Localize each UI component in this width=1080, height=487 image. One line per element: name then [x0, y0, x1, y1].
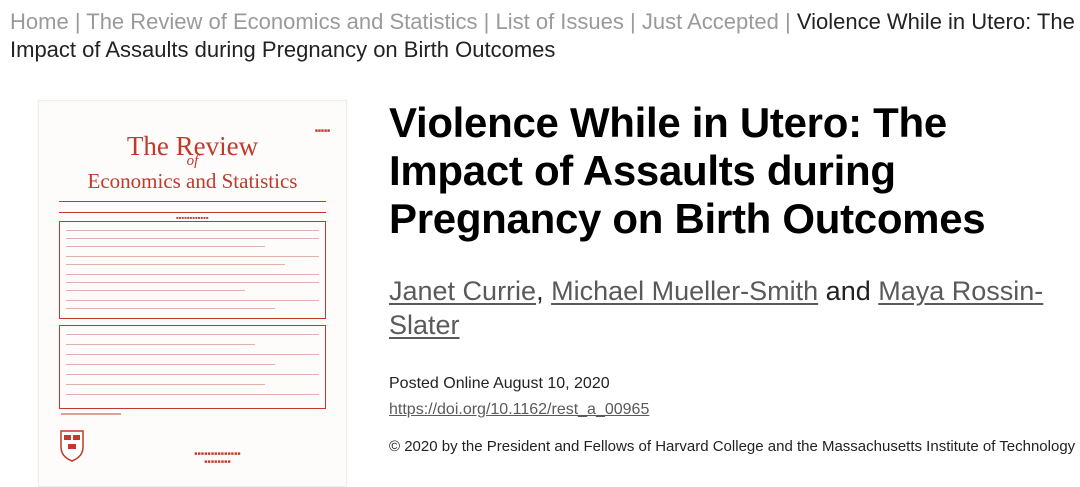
cover-volume-row: [59, 201, 326, 213]
breadcrumb-home-link[interactable]: Home: [10, 9, 69, 34]
cover-contents-line: [66, 300, 319, 301]
breadcrumb-list-of-issues-link[interactable]: List of Issues: [496, 9, 624, 34]
breadcrumb-separator: |: [784, 9, 791, 34]
cover-contents-line: [66, 334, 319, 335]
cover-publisher-note: ■■■■■■■■■■■■■■ ■■■■■■■■: [194, 452, 241, 465]
cover-contents-line: [66, 264, 285, 265]
cover-title-line: of: [186, 153, 199, 169]
breadcrumb: Home | The Review of Economics and Stati…: [10, 8, 1075, 64]
breadcrumb-just-accepted-link[interactable]: Just Accepted: [642, 9, 779, 34]
cover-contents-line: [66, 274, 319, 275]
breadcrumb-separator: |: [483, 9, 490, 34]
cover-contents-line: [66, 354, 319, 355]
cover-contents-line: [66, 344, 255, 345]
cover-contents-line: [66, 364, 275, 365]
cover-continued-note: [61, 413, 121, 415]
copyright-notice: © 2020 by the President and Fellows of H…: [389, 438, 1076, 455]
breadcrumb-journal-link[interactable]: The Review of Economics and Statistics: [86, 9, 477, 34]
cover-contents-line: [66, 394, 319, 395]
journal-cover-image[interactable]: ■■■■■ The Review of Economics and Statis…: [38, 100, 347, 487]
author-link[interactable]: Michael Mueller-Smith: [551, 276, 818, 306]
cover-contents-line: [66, 384, 265, 385]
cover-contents-line: [66, 282, 319, 283]
breadcrumb-separator: |: [630, 9, 636, 34]
cover-contents-line: [66, 308, 275, 309]
cover-contents-box: [59, 221, 326, 319]
author-list: Janet Currie, Michael Mueller-Smith and …: [389, 274, 1069, 342]
cover-contents-line: [66, 374, 319, 375]
cover-contents-line: [66, 290, 245, 291]
cover-contents-line: [66, 230, 319, 231]
cover-title-line: Economics and Statistics: [87, 169, 298, 193]
cover-contents-line: [66, 246, 265, 247]
cover-contents-line: [66, 256, 319, 257]
cover-contents-box: [59, 325, 326, 409]
posted-online-date: Posted Online August 10, 2020: [389, 375, 610, 392]
breadcrumb-separator: |: [74, 9, 81, 34]
cover-contents-line: [66, 238, 319, 239]
author-separator: and: [818, 276, 879, 306]
author-link[interactable]: Janet Currie: [389, 276, 536, 306]
harvard-shield-icon: [59, 429, 85, 468]
cover-symposium-heading: ■■■■■■■■■■■■: [176, 215, 209, 220]
article-title: Violence While in Utero: The Impact of A…: [389, 99, 986, 242]
doi-link[interactable]: https://doi.org/10.1162/rest_a_00965: [389, 400, 649, 420]
author-separator: ,: [536, 276, 552, 306]
